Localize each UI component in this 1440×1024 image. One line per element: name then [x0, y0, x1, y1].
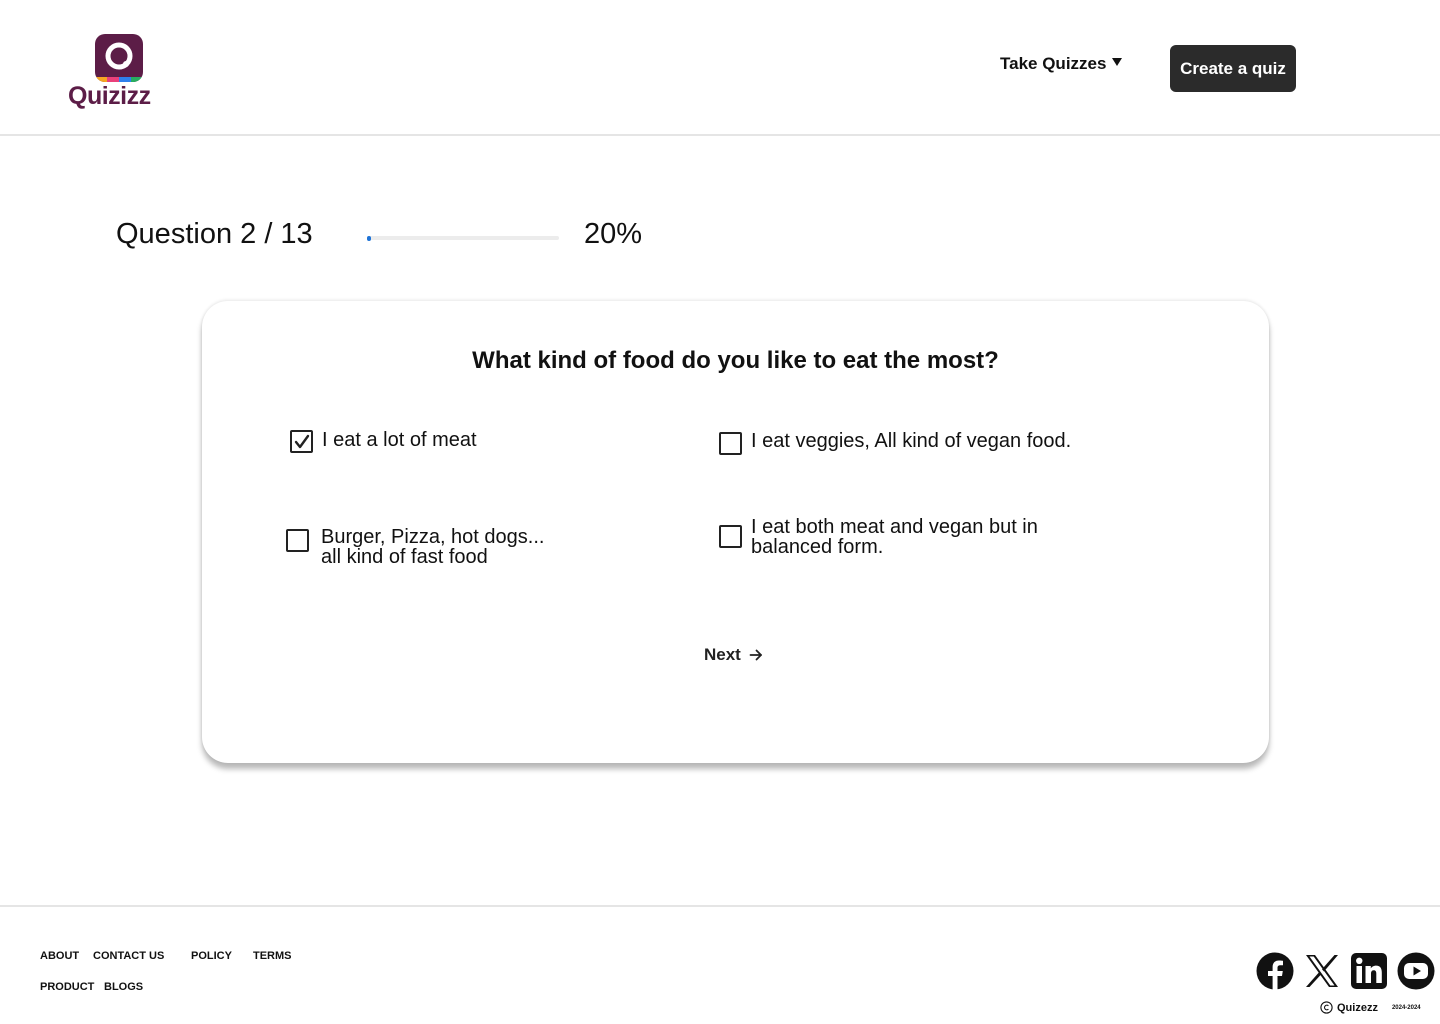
option-1-label: I eat a lot of meat: [322, 429, 477, 451]
footer-link-product[interactable]: PRODUCT: [40, 981, 94, 993]
option-2-label: I eat veggies, All kind of vegan food.: [751, 430, 1072, 452]
footer-link-policy[interactable]: POLICY: [191, 950, 232, 962]
create-quiz-button[interactable]: Create a quiz: [1170, 45, 1296, 92]
take-quizzes-menu[interactable]: Take Quizzes: [1000, 54, 1123, 74]
option-2[interactable]: I eat veggies, All kind of vegan food.: [719, 430, 1072, 455]
progress-bar-fill: [367, 235, 371, 241]
caret-down-icon: [1112, 58, 1123, 66]
option-2-checkbox[interactable]: [719, 432, 742, 455]
site-header: Quizizz Take Quizzes Create a quiz: [0, 0, 1440, 136]
checkmark-icon: [294, 434, 310, 449]
footer-link-terms[interactable]: TERMS: [253, 950, 292, 962]
linkedin-icon[interactable]: [1350, 952, 1388, 990]
progress-percent: 20%: [584, 218, 643, 250]
x-icon[interactable]: [1303, 952, 1341, 990]
option-3-checkbox[interactable]: [286, 529, 309, 552]
progress-bar: [367, 235, 559, 241]
option-3-label: Burger, Pizza, hot dogs... all kind of f…: [321, 526, 545, 568]
question-text: What kind of food do you like to eat the…: [472, 347, 999, 374]
logo-wordmark: Quizizz: [68, 82, 151, 110]
copyright-years: 2024-2024: [1391, 1004, 1421, 1011]
option-1-checkbox[interactable]: [290, 430, 313, 453]
question-counter: Question 2 / 13: [116, 218, 313, 250]
footer-link-contact[interactable]: CONTACT US: [93, 950, 164, 962]
site-footer: ABOUT CONTACT US POLICY TERMS PRODUCT BL…: [0, 905, 1440, 1024]
next-label: Next: [704, 645, 741, 664]
arrow-right-icon: [749, 649, 762, 661]
footer-link-blogs[interactable]: BLOGS: [104, 981, 143, 993]
option-4-checkbox[interactable]: [719, 525, 742, 548]
take-quizzes-label: Take Quizzes: [1000, 54, 1107, 73]
next-button[interactable]: Next: [704, 645, 763, 665]
option-4-label: I eat both meat and vegan but in balance…: [751, 516, 1038, 558]
copyright: Quizezz 2024-2024: [1320, 1001, 1421, 1014]
footer-link-about[interactable]: ABOUT: [40, 950, 79, 962]
option-3[interactable]: Burger, Pizza, hot dogs... all kind of f…: [286, 527, 544, 567]
quizizz-logo[interactable]: Quizizz: [68, 32, 168, 114]
copyright-icon: [1320, 1001, 1333, 1014]
facebook-icon[interactable]: [1256, 952, 1294, 990]
logo-mark-icon: [95, 34, 143, 82]
copyright-name: Quizezz: [1337, 1001, 1378, 1014]
youtube-icon[interactable]: [1397, 952, 1435, 990]
option-1[interactable]: I eat a lot of meat: [290, 430, 477, 453]
question-card: What kind of food do you like to eat the…: [202, 301, 1269, 763]
option-4[interactable]: I eat both meat and vegan but in balance…: [719, 517, 1038, 557]
